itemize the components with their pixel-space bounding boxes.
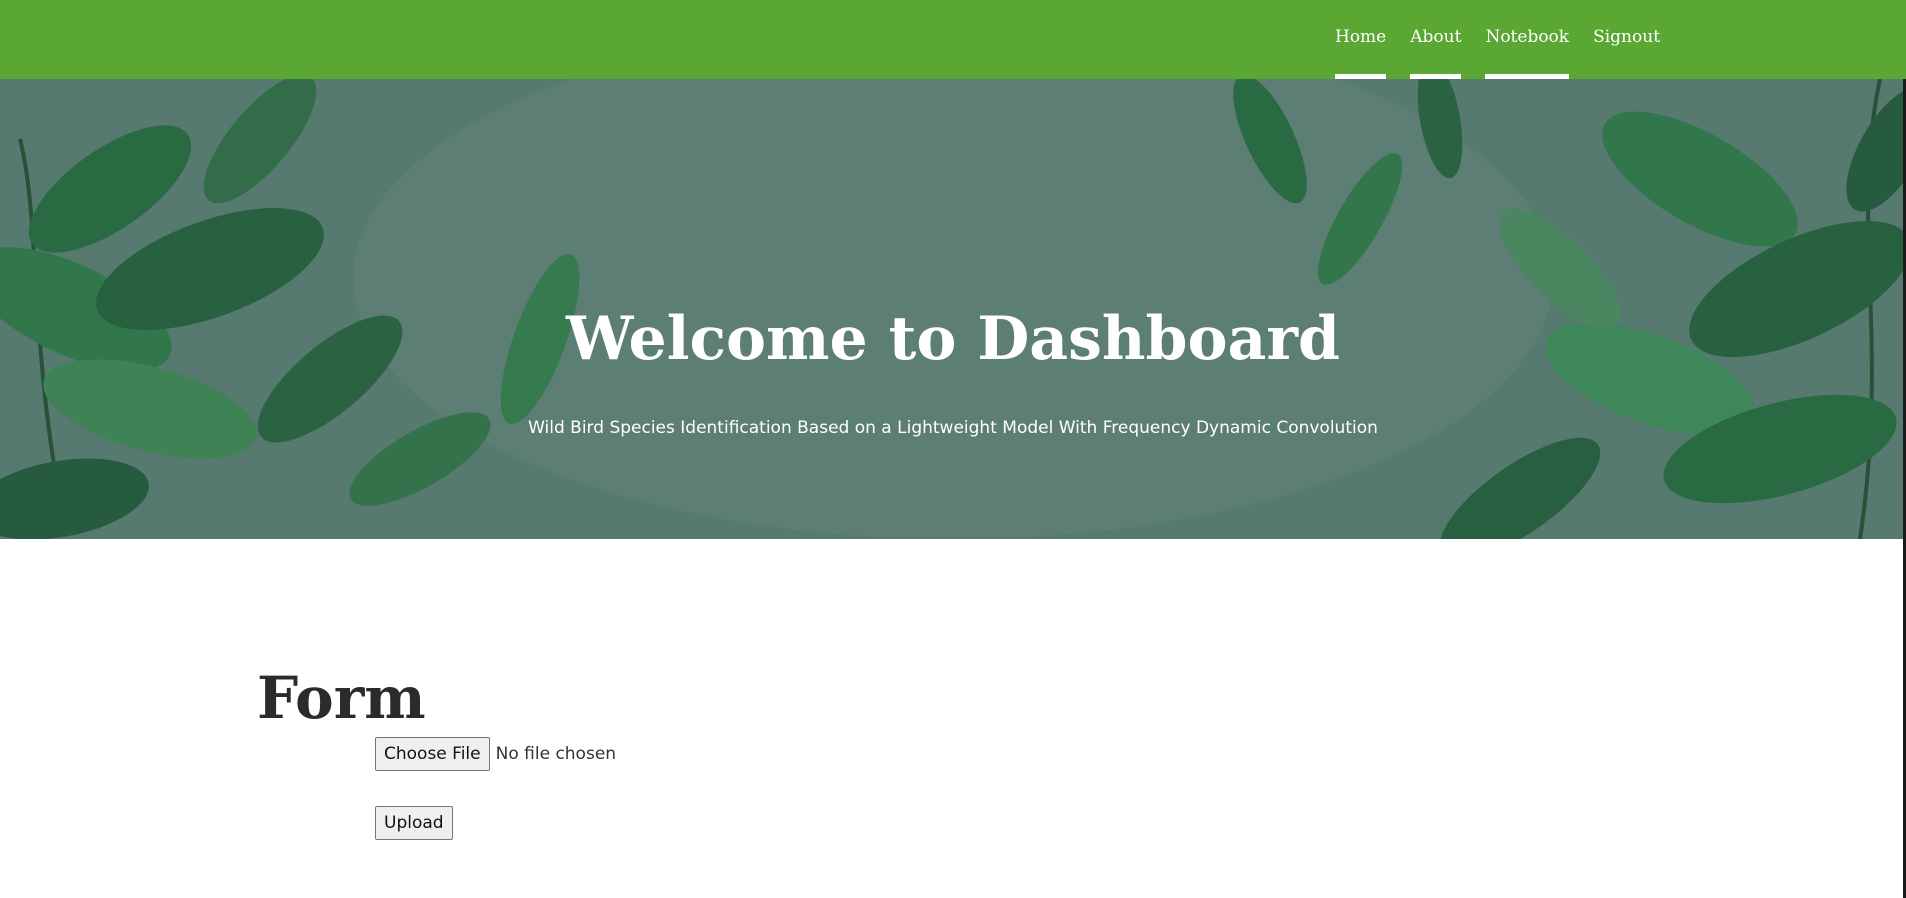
nav-signout-label: Signout (1593, 27, 1661, 47)
hero-banner: Welcome to Dashboard Wild Bird Species I… (0, 79, 1906, 539)
nav-about-label: About (1410, 27, 1462, 47)
nav-signout-link[interactable]: Signout (1593, 0, 1660, 79)
hero-title: Welcome to Dashboard (566, 304, 1340, 374)
file-input: Choose File No file chosen (375, 737, 616, 771)
nav-home-label: Home (1335, 27, 1387, 47)
nav-about-underline (1410, 74, 1462, 79)
nav-home-link[interactable]: Home (1335, 0, 1387, 79)
upload-button[interactable]: Upload (375, 806, 453, 840)
form-heading: Form (257, 664, 426, 732)
upload-row: Upload (375, 806, 453, 840)
file-status-text: No file chosen (495, 744, 617, 764)
choose-file-button[interactable]: Choose File (375, 737, 490, 771)
hero-subtitle: Wild Bird Species Identification Based o… (528, 418, 1378, 438)
nav-about-link[interactable]: About (1410, 0, 1462, 79)
nav-links: Home About Notebook Signout (1335, 0, 1684, 79)
nav-notebook-underline (1485, 74, 1570, 79)
form-section: Form Choose File No file chosen Upload (0, 539, 1906, 898)
nav-home-underline (1335, 74, 1387, 79)
nav-notebook-label: Notebook (1485, 27, 1570, 47)
top-navbar: Home About Notebook Signout (0, 0, 1906, 79)
nav-notebook-link[interactable]: Notebook (1485, 0, 1570, 79)
